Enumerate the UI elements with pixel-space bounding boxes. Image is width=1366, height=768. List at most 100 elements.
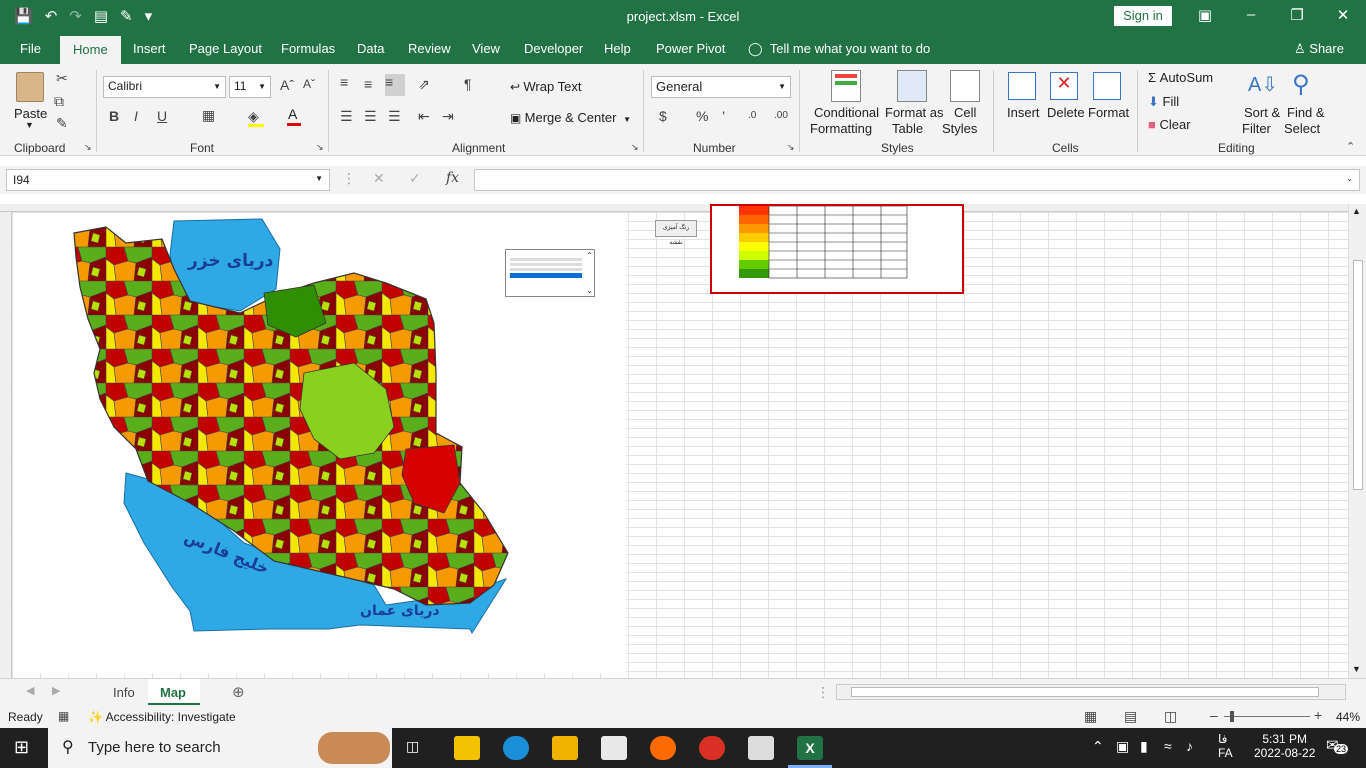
comma-icon[interactable]: ’: [722, 108, 725, 124]
tab-file[interactable]: File: [20, 41, 41, 56]
tab-formulas[interactable]: Formulas: [281, 41, 335, 56]
taskbar-search[interactable]: ⚲ Type here to search: [48, 728, 392, 768]
font-name-select[interactable]: Calibri ▼: [103, 76, 226, 98]
zoom-level[interactable]: 44%: [1336, 710, 1360, 724]
chrome-icon[interactable]: [699, 736, 725, 760]
enter-icon[interactable]: ✓: [409, 170, 421, 187]
increase-indent-icon[interactable]: ⇥: [442, 108, 454, 125]
increase-decimal-icon[interactable]: .0: [748, 110, 756, 121]
worksheet-grid[interactable]: دریای خزر خلیج فارس دریای عمان رنگ آمیزی…: [0, 204, 1348, 678]
volume-icon[interactable]: ♪: [1186, 738, 1193, 754]
meet-now-icon[interactable]: ▣: [1116, 738, 1129, 755]
wrap-text-button[interactable]: ↩ Wrap Text: [510, 79, 581, 94]
horizontal-scrollbar[interactable]: [836, 684, 1346, 700]
add-sheet-icon[interactable]: ⊕: [232, 683, 245, 701]
color-legend-table[interactable]: [710, 204, 964, 294]
task-view-icon[interactable]: ◫: [406, 738, 419, 755]
align-left-icon[interactable]: ☰: [340, 108, 353, 125]
sign-in-button[interactable]: Sign in: [1114, 6, 1172, 26]
underline-icon[interactable]: U: [157, 108, 167, 124]
tab-review[interactable]: Review: [408, 41, 451, 56]
tell-me-box[interactable]: ◯ Tell me what you want to do: [748, 41, 930, 57]
dialog-launcher-icon[interactable]: ↘: [631, 142, 639, 153]
page-break-view-icon[interactable]: ◫: [1164, 708, 1177, 725]
align-top-icon[interactable]: ≡: [340, 74, 348, 90]
tab-data[interactable]: Data: [357, 41, 384, 56]
fill-color-icon[interactable]: ◈: [248, 108, 264, 127]
orientation-icon[interactable]: ⇗: [418, 76, 430, 93]
align-bottom-icon[interactable]: ≡: [385, 74, 405, 96]
decrease-indent-icon[interactable]: ⇤: [418, 108, 430, 125]
maximize-button[interactable]: ❐: [1282, 6, 1312, 24]
edge-icon[interactable]: [503, 736, 529, 760]
scroll-down-icon[interactable]: ▼: [1352, 664, 1361, 674]
decrease-decimal-icon[interactable]: .00: [774, 110, 788, 121]
font-color-icon[interactable]: A: [287, 106, 301, 126]
scroll-sheets-right-icon[interactable]: ▶: [52, 684, 60, 697]
scroll-down-icon[interactable]: ⌄: [586, 286, 593, 295]
zoom-in-icon[interactable]: +: [1314, 707, 1322, 723]
number-format-select[interactable]: General ▼: [651, 76, 791, 98]
dialog-launcher-icon[interactable]: ↘: [787, 142, 795, 153]
dialog-launcher-icon[interactable]: ↘: [84, 142, 92, 153]
list-item[interactable]: [510, 263, 582, 266]
mail-icon[interactable]: [601, 736, 627, 760]
tab-power-pivot[interactable]: Power Pivot: [656, 41, 725, 56]
insert-function-icon[interactable]: fx: [446, 170, 459, 186]
list-item[interactable]: [510, 258, 582, 261]
tab-developer[interactable]: Developer: [524, 41, 583, 56]
accessibility-status[interactable]: ✨ Accessibility: Investigate: [88, 710, 236, 724]
align-middle-icon[interactable]: ≡: [364, 76, 372, 92]
page-layout-view-icon[interactable]: ▤: [1124, 708, 1137, 725]
dialog-launcher-icon[interactable]: ↘: [316, 142, 324, 153]
battery-icon[interactable]: ▮: [1140, 738, 1148, 755]
scroll-up-icon[interactable]: ⌃: [586, 251, 593, 260]
ribbon-display-icon[interactable]: ▣: [1190, 6, 1220, 24]
tab-page-layout[interactable]: Page Layout: [189, 41, 262, 56]
zoom-out-icon[interactable]: –: [1210, 707, 1218, 723]
copy-icon[interactable]: ⧉: [54, 93, 64, 110]
formula-input[interactable]: ⌄: [474, 169, 1360, 191]
tab-view[interactable]: View: [472, 41, 500, 56]
tab-help[interactable]: Help: [604, 41, 631, 56]
decrease-font-icon[interactable]: Aˇ: [303, 77, 315, 91]
collapse-ribbon-icon[interactable]: ⌃: [1346, 140, 1355, 153]
fill-button[interactable]: ⬇ Fill: [1148, 94, 1179, 110]
cancel-icon[interactable]: ✕: [373, 170, 385, 187]
color-map-button[interactable]: رنگ آمیزی نقشه: [655, 220, 697, 246]
macro-record-icon[interactable]: ▦: [58, 709, 69, 723]
excel-taskbar-icon[interactable]: X: [797, 736, 823, 760]
share-button[interactable]: ♙ Share: [1294, 41, 1344, 57]
align-right-icon[interactable]: ☰: [388, 108, 401, 125]
scroll-thumb[interactable]: [851, 687, 1319, 697]
list-item[interactable]: [510, 268, 582, 271]
close-button[interactable]: ✕: [1328, 6, 1358, 24]
tab-home[interactable]: Home: [60, 36, 121, 64]
sheet-tab-map[interactable]: Map: [148, 679, 200, 705]
clear-button[interactable]: ■ Clear: [1148, 117, 1191, 132]
text-direction-icon[interactable]: ¶: [464, 76, 472, 92]
scroll-sheets-left-icon[interactable]: ◀: [26, 684, 34, 697]
scroll-up-icon[interactable]: ▲: [1352, 206, 1361, 216]
scroll-thumb[interactable]: [1353, 260, 1363, 490]
increase-font-icon[interactable]: Aˆ: [280, 77, 294, 93]
notification-icon[interactable]: ✉ 23: [1326, 736, 1349, 754]
input-language[interactable]: فا FA: [1218, 732, 1233, 760]
percent-icon[interactable]: %: [696, 108, 708, 124]
vertical-scrollbar[interactable]: ▲ ▼: [1348, 204, 1366, 678]
font-size-select[interactable]: 11 ▼: [229, 76, 271, 98]
align-center-icon[interactable]: ☰: [364, 108, 377, 125]
italic-icon[interactable]: I: [134, 108, 138, 124]
minimize-button[interactable]: –: [1236, 6, 1266, 23]
autosum-button[interactable]: Σ AutoSum: [1148, 70, 1213, 85]
file-explorer-icon[interactable]: [552, 736, 578, 760]
cut-icon[interactable]: ✂: [56, 70, 68, 87]
clock[interactable]: 5:31 PM 2022-08-22: [1254, 732, 1315, 760]
sheet-tab-info[interactable]: Info: [101, 679, 147, 705]
network-icon[interactable]: ≈: [1164, 738, 1172, 754]
currency-icon[interactable]: $: [659, 108, 667, 124]
photos-icon[interactable]: [748, 736, 774, 760]
normal-view-icon[interactable]: ▦: [1084, 708, 1097, 725]
windows-start-icon[interactable]: ⊞: [14, 737, 29, 758]
merge-center-button[interactable]: ▣ Merge & Center ▼: [510, 110, 631, 125]
